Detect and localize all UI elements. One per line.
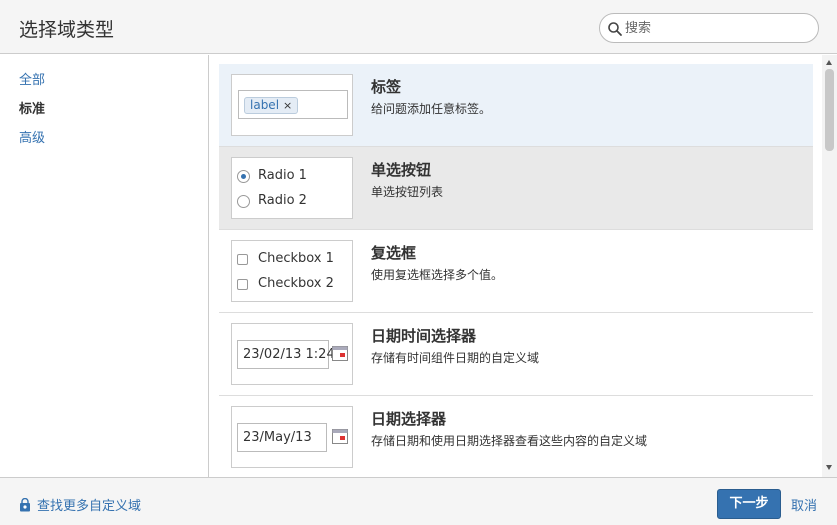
date-preview-input: 23/May/13: [237, 423, 327, 452]
calendar-icon: [332, 429, 348, 444]
remove-icon: ×: [283, 99, 293, 112]
marketplace-bag-icon: [20, 498, 30, 512]
field-preview: Checkbox 1 Checkbox 2: [231, 240, 353, 302]
radio-selected-icon: [237, 170, 250, 183]
calendar-icon: [332, 346, 348, 361]
scrollbar-thumb[interactable]: [825, 69, 834, 151]
field-description: 给问题添加任意标签。: [371, 102, 492, 116]
field-type-checkboxes[interactable]: Checkbox 1 Checkbox 2 复选框 使用复选框选择多个值。: [219, 230, 813, 313]
cancel-link[interactable]: 取消: [791, 495, 817, 514]
field-preview: 23/02/13 1:24: [231, 323, 353, 385]
checkbox-icon: [237, 254, 248, 265]
field-type-date-time-picker[interactable]: 23/02/13 1:24 日期时间选择器 存储有时间组件日期的自定义域: [219, 313, 813, 396]
field-name: 复选框: [371, 244, 417, 262]
field-name: 日期时间选择器: [371, 327, 477, 345]
field-description: 使用复选框选择多个值。: [371, 268, 504, 282]
field-description: 存储日期和使用日期选择器查看这些内容的自定义域: [371, 434, 648, 448]
radio-unselected-icon: [237, 195, 250, 208]
field-name: 单选按钮: [371, 161, 432, 179]
category-sidebar: 全部 标准 高级: [0, 55, 209, 477]
field-type-list: label × 标签 给问题添加任意标签。 Radio 1 Radio 2 单选按…: [210, 55, 822, 477]
search-box[interactable]: [599, 13, 819, 43]
next-button[interactable]: 下一步: [717, 489, 781, 519]
field-name: 日期选择器: [371, 410, 447, 428]
field-preview: 23/May/13: [231, 406, 353, 468]
lozenge-text: label: [250, 98, 280, 112]
label-lozenge: label ×: [244, 97, 299, 114]
scroll-down-icon[interactable]: [826, 465, 832, 470]
dialog-title: 选择域类型: [19, 19, 115, 41]
checkbox-label: Checkbox 1: [258, 251, 334, 266]
field-description: 单选按钮列表: [371, 185, 444, 199]
sidebar-item-advanced[interactable]: 高级: [19, 127, 45, 146]
sidebar-item-standard[interactable]: 标准: [19, 98, 45, 117]
radio-label: Radio 1: [258, 168, 307, 183]
field-name: 标签: [371, 78, 402, 96]
vertical-scrollbar[interactable]: [822, 55, 837, 477]
scroll-up-icon[interactable]: [826, 60, 832, 65]
sidebar-item-all[interactable]: 全部: [19, 69, 45, 88]
field-type-radio-buttons[interactable]: Radio 1 Radio 2 单选按钮 单选按钮列表: [219, 147, 813, 230]
checkbox-label: Checkbox 2: [258, 276, 334, 291]
checkbox-icon: [237, 279, 248, 290]
field-description: 存储有时间组件日期的自定义域: [371, 351, 540, 365]
field-type-date-picker[interactable]: 23/May/13 日期选择器 存储日期和使用日期选择器查看这些内容的自定义域: [219, 396, 813, 477]
dialog-header: 选择域类型: [0, 0, 837, 54]
search-icon: [608, 22, 622, 36]
field-preview: label ×: [231, 74, 353, 136]
field-type-labels[interactable]: label × 标签 给问题添加任意标签。: [219, 64, 813, 147]
datetime-preview-input: 23/02/13 1:24: [237, 340, 335, 369]
radio-label: Radio 2: [258, 193, 307, 208]
search-input[interactable]: [625, 18, 810, 38]
find-more-fields-label: 查找更多自定义域: [37, 499, 142, 514]
label-preview-input: label ×: [238, 90, 348, 119]
find-more-fields-link[interactable]: 查找更多自定义域: [19, 495, 141, 514]
field-preview: Radio 1 Radio 2: [231, 157, 353, 219]
dialog-footer: 查找更多自定义域 下一步 取消: [0, 477, 837, 525]
